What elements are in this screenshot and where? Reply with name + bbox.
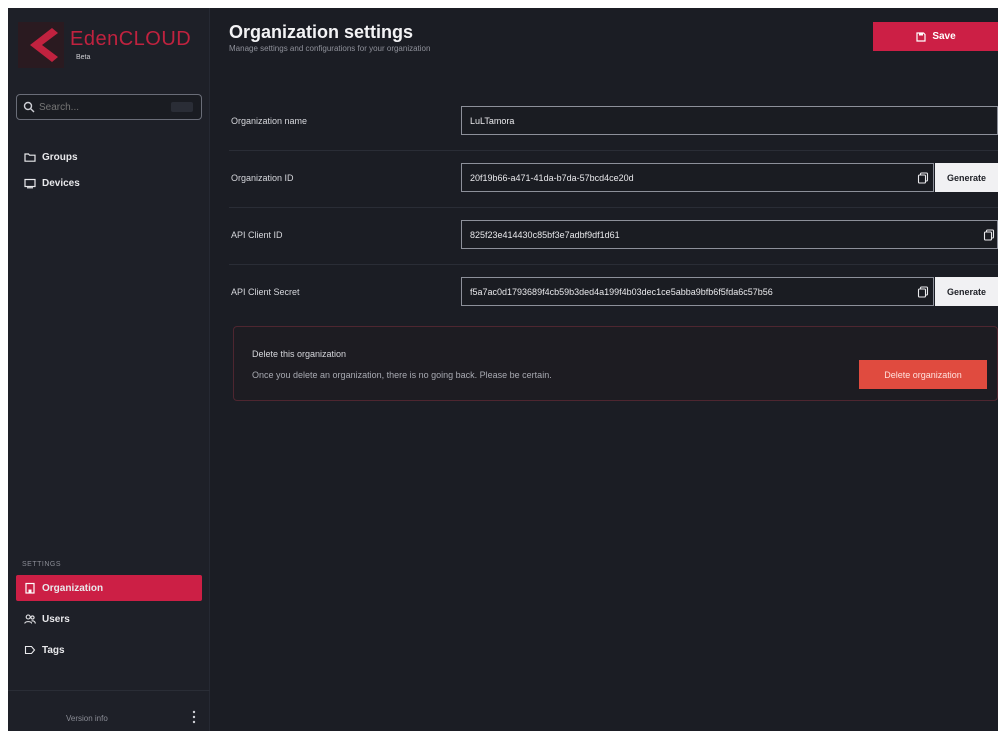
main-content: Organization settings Manage settings an… bbox=[211, 8, 998, 731]
save-button-label: Save bbox=[932, 31, 956, 42]
api-client-secret-field[interactable]: f5a7ac0d1793689f4cb59b3ded4a199f4b03dec1… bbox=[461, 277, 934, 306]
save-button[interactable]: Save bbox=[873, 22, 998, 51]
copy-icon[interactable] bbox=[917, 172, 929, 184]
brand-sub: Beta bbox=[76, 54, 91, 61]
sidebar-item-users[interactable]: Users bbox=[16, 606, 202, 632]
api-client-id-field[interactable]: 825f23e414430c85bf3e7adbf9df1d61 bbox=[461, 220, 998, 249]
field-row-org-id: Organization ID 20f19b66-a471-41da-b7da-… bbox=[229, 151, 998, 208]
users-icon bbox=[24, 614, 36, 624]
sidebar-item-groups[interactable]: Groups bbox=[16, 144, 202, 170]
app-window: EdenCLOUD Beta Groups Devices SETTINGS bbox=[8, 8, 998, 731]
copy-icon[interactable] bbox=[917, 286, 929, 298]
brand-logo-icon bbox=[18, 22, 64, 68]
search-shortcut-badge bbox=[171, 102, 193, 112]
sidebar-item-label: Organization bbox=[42, 582, 104, 594]
danger-zone: Delete this organization Once you delete… bbox=[233, 326, 998, 401]
folder-icon bbox=[24, 153, 36, 162]
api-client-id-label: API Client ID bbox=[231, 230, 283, 240]
field-row-org-name: Organization name LuLTamora bbox=[229, 94, 998, 151]
sidebar: EdenCLOUD Beta Groups Devices SETTINGS bbox=[8, 8, 210, 731]
sidebar-item-label: Devices bbox=[42, 177, 80, 189]
field-row-api-client-secret: API Client Secret f5a7ac0d1793689f4cb59b… bbox=[229, 265, 998, 322]
sidebar-divider bbox=[8, 690, 210, 691]
field-row-api-client-id: API Client ID 825f23e414430c85bf3e7adbf9… bbox=[229, 208, 998, 265]
search-input[interactable] bbox=[39, 99, 159, 115]
sidebar-item-organization[interactable]: Organization bbox=[16, 575, 202, 601]
page-title: Organization settings bbox=[229, 22, 414, 42]
sidebar-item-label: Groups bbox=[42, 151, 78, 163]
sidebar-item-label: Users bbox=[42, 613, 70, 625]
device-icon bbox=[24, 178, 36, 189]
version-info: Version info bbox=[66, 714, 108, 723]
tag-icon bbox=[24, 645, 36, 655]
brand-name: EdenCLOUD bbox=[70, 28, 192, 50]
page-subtitle: Manage settings and configurations for y… bbox=[229, 44, 431, 53]
search-icon bbox=[23, 101, 35, 113]
logo[interactable]: EdenCLOUD Beta bbox=[18, 22, 208, 68]
danger-title: Delete this organization bbox=[252, 349, 347, 359]
more-vertical-icon[interactable] bbox=[191, 710, 197, 724]
settings-section-label: SETTINGS bbox=[22, 561, 62, 568]
danger-description: Once you delete an organization, there i… bbox=[252, 370, 552, 380]
sidebar-item-tags[interactable]: Tags bbox=[16, 637, 202, 663]
save-icon bbox=[916, 31, 926, 42]
org-name-field[interactable]: LuLTamora bbox=[461, 106, 998, 135]
delete-organization-button[interactable]: Delete organization bbox=[859, 360, 987, 389]
copy-icon[interactable] bbox=[983, 229, 995, 241]
api-client-secret-label: API Client Secret bbox=[231, 287, 300, 297]
generate-secret-button[interactable]: Generate bbox=[935, 277, 998, 306]
org-id-label: Organization ID bbox=[231, 173, 294, 183]
sidebar-item-label: Tags bbox=[42, 644, 65, 656]
org-name-label: Organization name bbox=[231, 116, 308, 126]
sidebar-item-devices[interactable]: Devices bbox=[16, 170, 202, 196]
org-id-field[interactable]: 20f19b66-a471-41da-b7da-57bcd4ce20d bbox=[461, 163, 934, 192]
generate-org-id-button[interactable]: Generate bbox=[935, 163, 998, 192]
organization-icon bbox=[25, 582, 35, 594]
search-box bbox=[16, 94, 202, 120]
